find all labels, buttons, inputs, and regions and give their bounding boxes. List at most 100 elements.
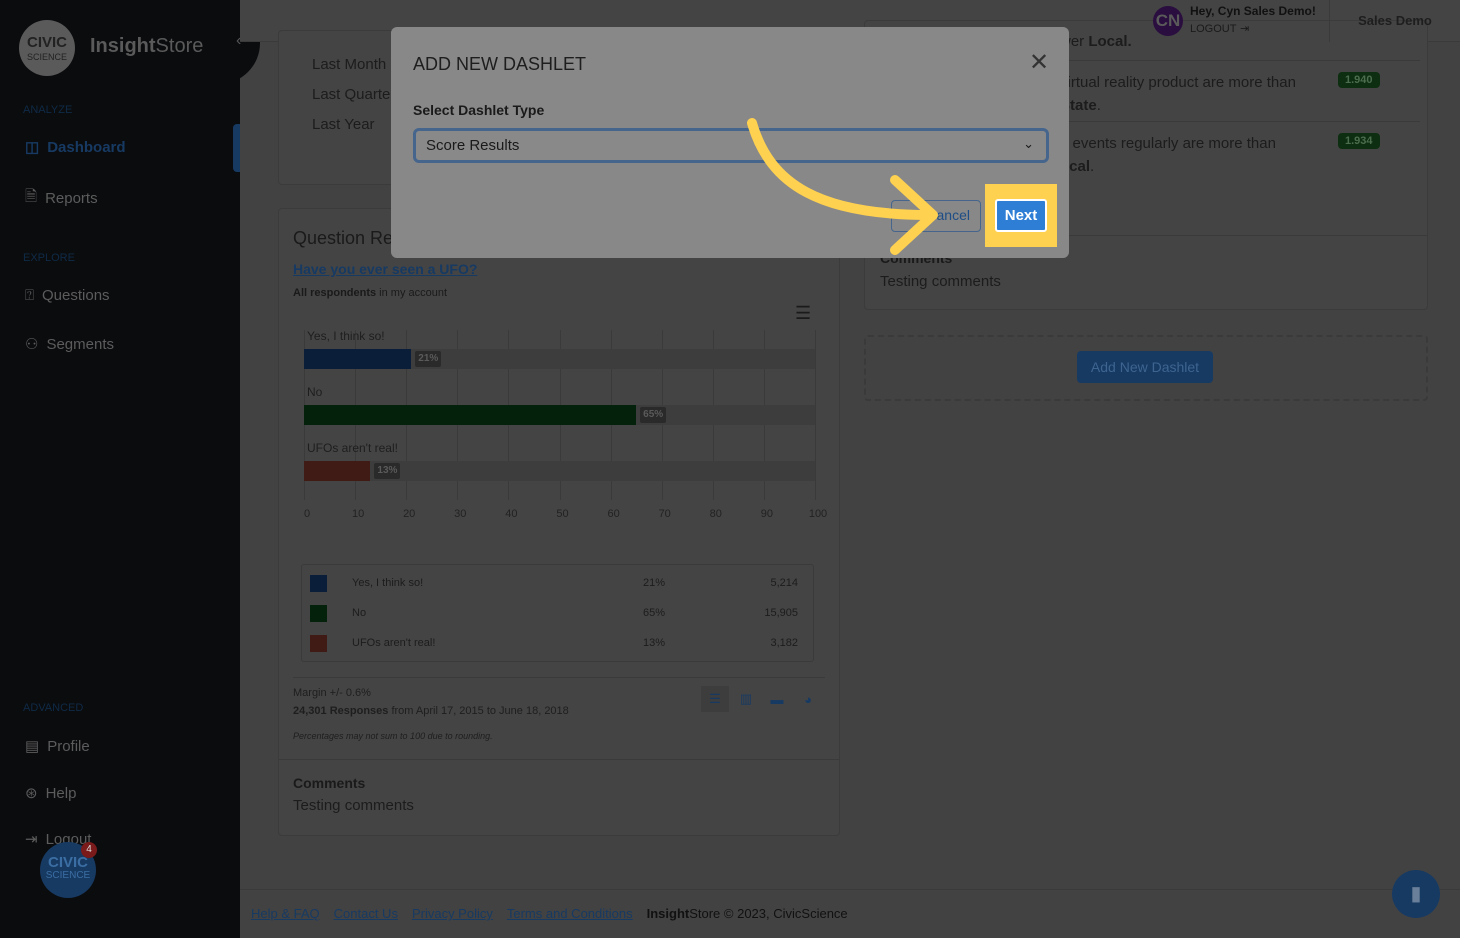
x-tick-label: 30 <box>454 508 467 520</box>
divider <box>240 889 1460 890</box>
active-indicator <box>233 124 240 172</box>
account-name[interactable]: Sales Demo <box>1329 0 1460 42</box>
legend-count: 3,182 <box>770 637 798 649</box>
section-analyze: ANALYZE <box>23 104 73 116</box>
stacked-bar-icon[interactable]: ▬ <box>763 686 791 712</box>
divider <box>279 759 839 760</box>
avatar[interactable]: CN <box>1153 6 1183 36</box>
x-tick-label: 40 <box>505 508 518 520</box>
section-advanced: ADVANCED <box>23 702 84 714</box>
data-label: 21% <box>415 351 442 367</box>
x-tick-label: 20 <box>403 508 416 520</box>
date-option[interactable]: Last Quarter <box>312 86 395 103</box>
legend-table: Yes, I think so! 21% 5,214 No 65% 15,905 UFOs … <box>301 564 814 662</box>
legend-swatch <box>310 574 327 592</box>
bar[interactable] <box>304 461 371 481</box>
x-tick-label: 10 <box>351 508 365 520</box>
sidebar-item-help[interactable]: ⊛ Help <box>25 784 76 803</box>
legend-row: Yes, I think so! 21% 5,214 <box>302 568 813 598</box>
add-dashlet-modal: ADD NEW DASHLET ✕ Select Dashlet Type Sc… <box>391 27 1069 258</box>
bar[interactable] <box>304 405 637 425</box>
divider <box>293 677 825 678</box>
date-option[interactable]: Last Month <box>312 56 386 73</box>
legend-row: No 65% 15,905 <box>302 598 813 628</box>
legend-pct: 21% <box>643 577 666 589</box>
logout-link[interactable]: LOGOUT <box>1190 22 1236 36</box>
footer: Help & FAQ Contact Us Privacy Policy Ter… <box>251 906 848 921</box>
legend-label: No <box>352 607 367 619</box>
score-row-text: wer Local. <box>1060 33 1132 50</box>
x-tick-label: 50 <box>556 508 569 520</box>
sidebar-item-questions[interactable]: ⍰ Questions <box>25 287 110 304</box>
sidebar-item-profile[interactable]: ▤ Profile <box>25 737 90 756</box>
respondent-scope: All respondents in my account <box>293 287 448 299</box>
footer-link-privacy[interactable]: Privacy Policy <box>412 906 493 921</box>
legend-count: 5,214 <box>770 577 798 589</box>
legend-pct: 65% <box>643 607 666 619</box>
sidebar-item-reports[interactable]: 🗎 Reports <box>25 186 98 211</box>
logout-arrow-icon[interactable]: ⇥ <box>1240 22 1249 36</box>
comments-title: Comments <box>293 775 366 791</box>
help-icon: ⊛ <box>25 785 38 802</box>
report-icon: 🗎 <box>25 188 38 205</box>
footer-link-contact[interactable]: Contact Us <box>334 906 398 921</box>
notification-count: 4 <box>81 842 97 858</box>
close-icon[interactable]: ✕ <box>1029 51 1049 75</box>
pie-chart-icon[interactable]: ◕ <box>794 686 822 712</box>
category-label: Yes, I think so! <box>307 329 385 343</box>
civic-science-logo[interactable]: CIVIC SCIENCE <box>19 20 75 76</box>
x-tick-label: 100 <box>808 508 828 520</box>
divider <box>1060 60 1420 61</box>
brand-name: InsightStore <box>90 35 204 57</box>
x-tick-label: 60 <box>607 508 620 520</box>
section-explore: EXPLORE <box>23 252 75 264</box>
question-results-card <box>278 208 840 836</box>
data-label: 65% <box>640 407 667 423</box>
category-label: No <box>307 385 323 399</box>
date-option[interactable]: Last Year <box>312 116 375 133</box>
add-new-dashlet-button[interactable]: Add New Dashlet <box>1077 351 1213 383</box>
legend-swatch <box>310 634 327 652</box>
footer-link-help[interactable]: Help & FAQ <box>251 906 320 921</box>
legend-count: 15,905 <box>764 607 798 619</box>
x-tick-label: 70 <box>658 508 671 520</box>
legend-label: Yes, I think so! <box>352 577 424 589</box>
score-badge: 1.940 <box>1338 72 1380 88</box>
sidebar: CIVIC SCIENCE InsightStore ANALYZE ◫ Dashb… <box>0 0 240 938</box>
modal-title: ADD NEW DASHLET <box>413 54 587 74</box>
legend-pct: 13% <box>643 637 666 649</box>
logout-icon: ⇥ <box>25 831 38 848</box>
score-row-text: virtual reality product are more than Sta… <box>1060 74 1296 114</box>
question-icon: ⍰ <box>25 287 35 304</box>
rounding-note: Percentages may not sum to 100 due to ro… <box>293 731 493 741</box>
dashboard-icon: ◫ <box>25 139 40 156</box>
legend-label: UFOs aren't real! <box>352 637 436 649</box>
next-button[interactable]: Next <box>995 199 1047 232</box>
chat-launcher-icon[interactable]: ▮ <box>1392 870 1440 918</box>
sidebar-item-segments[interactable]: ⚇ Segments <box>25 335 114 354</box>
grid-line <box>815 330 816 500</box>
copyright: InsightStore © 2023, CivicScience <box>646 906 848 921</box>
chevron-down-icon: ⌄ <box>1023 136 1034 151</box>
dashlet-type-select[interactable]: Score Results ⌄ <box>413 128 1049 163</box>
sidebar-item-dashboard[interactable]: ◫ Dashboard <box>25 138 126 157</box>
score-row-text: g events regularly are more than ocal. <box>1060 135 1276 175</box>
greeting: Hey, Cyn Sales Demo! <box>1190 4 1316 18</box>
data-label: 13% <box>374 463 401 479</box>
footer-link-terms[interactable]: Terms and Conditions <box>507 906 633 921</box>
legend-swatch <box>310 604 327 622</box>
responses-text: 24,301 Responses from April 17, 2015 to … <box>293 705 569 717</box>
comments-text: Testing comments <box>293 797 414 814</box>
question-link[interactable]: Have you ever seen a UFO? <box>293 261 477 277</box>
x-tick-label: 80 <box>709 508 722 520</box>
chart-menu-icon[interactable]: ☰ <box>795 303 811 324</box>
chart-type-switcher: ☰ ▥ ▬ ◕ <box>701 686 822 712</box>
bar[interactable] <box>304 349 412 369</box>
horizontal-bar-icon[interactable]: ☰ <box>701 686 729 712</box>
column-chart-icon[interactable]: ▥ <box>732 686 760 712</box>
x-tick-label: 0 <box>303 508 311 520</box>
divider <box>1060 121 1420 122</box>
x-tick-label: 90 <box>760 508 774 520</box>
profile-icon: ▤ <box>25 738 40 755</box>
legend-row: UFOs aren't real! 13% 3,182 <box>302 628 813 658</box>
